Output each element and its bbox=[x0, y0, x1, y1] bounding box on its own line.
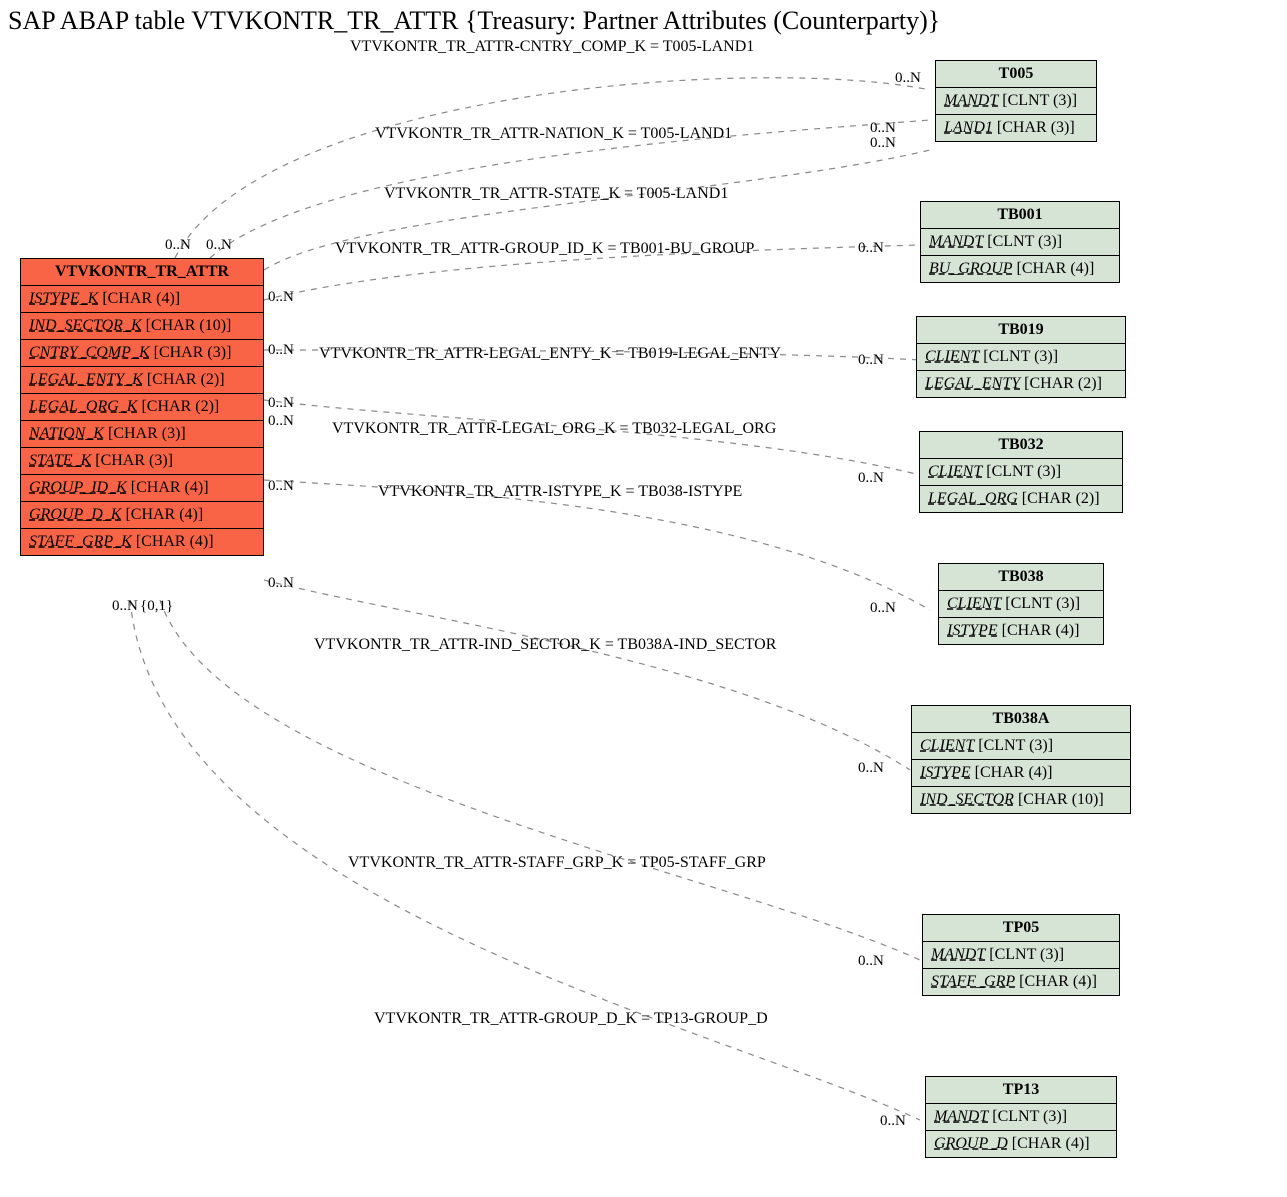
relation-label: VTVKONTR_TR_ATTR-GROUP_ID_K = TB001-BU_G… bbox=[335, 240, 754, 258]
cardinality-label: 0..N bbox=[858, 470, 884, 487]
entity-header: T005 bbox=[936, 61, 1096, 88]
cardinality-label: 0..N bbox=[858, 953, 884, 970]
relation-label: VTVKONTR_TR_ATTR-CNTRY_COMP_K = T005-LAN… bbox=[350, 38, 754, 56]
relation-label: VTVKONTR_TR_ATTR-STATE_K = T005-LAND1 bbox=[384, 185, 728, 203]
entity-tb038: TB038 CLIENT [CLNT (3)] ISTYPE [CHAR (4)… bbox=[938, 563, 1104, 645]
entity-field: LEGAL_ORG [CHAR (2)] bbox=[920, 486, 1122, 512]
entity-main-field: LEGAL_ORG_K [CHAR (2)] bbox=[21, 394, 263, 421]
entity-header: TP13 bbox=[926, 1077, 1116, 1104]
entity-tb038a: TB038A CLIENT [CLNT (3)] ISTYPE [CHAR (4… bbox=[911, 705, 1131, 814]
relation-label: VTVKONTR_TR_ATTR-LEGAL_ENTY_K = TB019-LE… bbox=[319, 345, 781, 363]
entity-field: MANDT [CLNT (3)] bbox=[936, 88, 1096, 115]
cardinality-label: 0..N bbox=[870, 135, 896, 152]
entity-header: TP05 bbox=[923, 915, 1119, 942]
entity-main-field: GROUP_ID_K [CHAR (4)] bbox=[21, 475, 263, 502]
cardinality-label: 0..N bbox=[112, 598, 138, 615]
entity-main-field: ISTYPE_K [CHAR (4)] bbox=[21, 286, 263, 313]
entity-t005: T005 MANDT [CLNT (3)] LAND1 [CHAR (3)] bbox=[935, 60, 1097, 142]
entity-field: LEGAL_ENTY [CHAR (2)] bbox=[917, 371, 1125, 397]
relation-label: VTVKONTR_TR_ATTR-ISTYPE_K = TB038-ISTYPE bbox=[378, 483, 742, 501]
entity-main-field: STATE_K [CHAR (3)] bbox=[21, 448, 263, 475]
cardinality-label: 0..N bbox=[858, 240, 884, 257]
entity-tb032: TB032 CLIENT [CLNT (3)] LEGAL_ORG [CHAR … bbox=[919, 431, 1123, 513]
entity-field: BU_GROUP [CHAR (4)] bbox=[921, 256, 1119, 282]
cardinality-label: 0..N bbox=[165, 237, 191, 254]
cardinality-label: 0..N bbox=[206, 237, 232, 254]
entity-main-field: IND_SECTOR_K [CHAR (10)] bbox=[21, 313, 263, 340]
cardinality-label: 0..N bbox=[870, 600, 896, 617]
relation-label: VTVKONTR_TR_ATTR-GROUP_D_K = TP13-GROUP_… bbox=[374, 1010, 768, 1028]
entity-tp05: TP05 MANDT [CLNT (3)] STAFF_GRP [CHAR (4… bbox=[922, 914, 1120, 996]
entity-field: ISTYPE [CHAR (4)] bbox=[912, 760, 1130, 787]
entity-header: TB038 bbox=[939, 564, 1103, 591]
entity-tp13: TP13 MANDT [CLNT (3)] GROUP_D [CHAR (4)] bbox=[925, 1076, 1117, 1158]
entity-field: LAND1 [CHAR (3)] bbox=[936, 115, 1096, 141]
cardinality-label: 0..N bbox=[858, 352, 884, 369]
cardinality-label: 0..N bbox=[268, 575, 294, 592]
entity-tb019: TB019 CLIENT [CLNT (3)] LEGAL_ENTY [CHAR… bbox=[916, 316, 1126, 398]
entity-main-field: STAFF_GRP_K [CHAR (4)] bbox=[21, 529, 263, 555]
relation-label: VTVKONTR_TR_ATTR-LEGAL_ORG_K = TB032-LEG… bbox=[332, 420, 776, 438]
relation-label: VTVKONTR_TR_ATTR-STAFF_GRP_K = TP05-STAF… bbox=[348, 854, 766, 872]
cardinality-label: {0,1} bbox=[140, 598, 173, 615]
cardinality-label: 0..N bbox=[858, 760, 884, 777]
cardinality-label: 0..N bbox=[268, 289, 294, 306]
entity-field: CLIENT [CLNT (3)] bbox=[920, 459, 1122, 486]
page-title: SAP ABAP table VTVKONTR_TR_ATTR {Treasur… bbox=[8, 6, 940, 36]
entity-header: TB001 bbox=[921, 202, 1119, 229]
entity-header: TB032 bbox=[920, 432, 1122, 459]
cardinality-label: 0..N bbox=[268, 413, 294, 430]
entity-header: TB038A bbox=[912, 706, 1130, 733]
relation-label: VTVKONTR_TR_ATTR-IND_SECTOR_K = TB038A-I… bbox=[314, 636, 776, 654]
cardinality-label: 0..N bbox=[268, 342, 294, 359]
entity-field: CLIENT [CLNT (3)] bbox=[917, 344, 1125, 371]
cardinality-label: 0..N bbox=[895, 70, 921, 87]
cardinality-label: 0..N bbox=[880, 1113, 906, 1130]
entity-field: ISTYPE [CHAR (4)] bbox=[939, 618, 1103, 644]
relation-label: VTVKONTR_TR_ATTR-NATION_K = T005-LAND1 bbox=[375, 125, 732, 143]
entity-main-field: CNTRY_COMP_K [CHAR (3)] bbox=[21, 340, 263, 367]
entity-field: MANDT [CLNT (3)] bbox=[923, 942, 1119, 969]
entity-field: MANDT [CLNT (3)] bbox=[921, 229, 1119, 256]
entity-main: VTVKONTR_TR_ATTR ISTYPE_K [CHAR (4)] IND… bbox=[20, 258, 264, 556]
cardinality-label: 0..N bbox=[268, 395, 294, 412]
entity-main-field: NATION_K [CHAR (3)] bbox=[21, 421, 263, 448]
entity-field: CLIENT [CLNT (3)] bbox=[912, 733, 1130, 760]
entity-field: GROUP_D [CHAR (4)] bbox=[926, 1131, 1116, 1157]
entity-field: CLIENT [CLNT (3)] bbox=[939, 591, 1103, 618]
entity-field: STAFF_GRP [CHAR (4)] bbox=[923, 969, 1119, 995]
entity-main-field: GROUP_D_K [CHAR (4)] bbox=[21, 502, 263, 529]
entity-main-field: LEGAL_ENTY_K [CHAR (2)] bbox=[21, 367, 263, 394]
entity-main-header: VTVKONTR_TR_ATTR bbox=[21, 259, 263, 286]
cardinality-label: 0..N bbox=[268, 478, 294, 495]
entity-field: IND_SECTOR [CHAR (10)] bbox=[912, 787, 1130, 813]
entity-field: MANDT [CLNT (3)] bbox=[926, 1104, 1116, 1131]
entity-header: TB019 bbox=[917, 317, 1125, 344]
entity-tb001: TB001 MANDT [CLNT (3)] BU_GROUP [CHAR (4… bbox=[920, 201, 1120, 283]
